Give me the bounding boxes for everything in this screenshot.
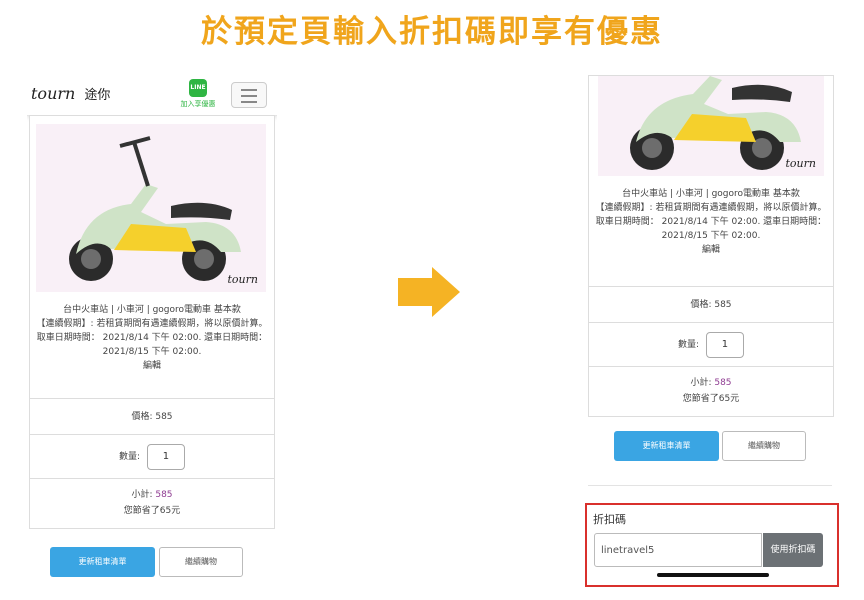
- scooter-illustration: [69, 136, 241, 281]
- price-label: 價格:: [690, 300, 712, 310]
- apply-coupon-button[interactable]: 使用折扣碼: [763, 533, 823, 567]
- coupon-code-input[interactable]: linetravel5: [594, 533, 762, 567]
- site-logo[interactable]: tourn 途你: [31, 84, 110, 103]
- section-divider: [588, 485, 832, 486]
- savings-text: 您節省了65元: [123, 506, 181, 516]
- home-indicator: [657, 573, 769, 577]
- edit-link[interactable]: 編輯: [593, 243, 829, 257]
- holiday-note: 【連續假期】: 若租賃期間有遇連續假期，將以原價計算。: [595, 203, 827, 213]
- subtotal-label: 小計:: [131, 490, 153, 500]
- savings-text: 您節省了65元: [682, 394, 740, 404]
- subtotal-row: 小計: 585 您節省了65元: [30, 478, 274, 528]
- subtotal-row: 小計: 585 您節省了65元: [589, 366, 833, 416]
- product-title[interactable]: 台中火車站 | 小車河 | gogoro電動車 基本款: [593, 187, 829, 201]
- brand-watermark: tourn: [227, 273, 258, 286]
- line-icon: LINE: [189, 79, 207, 97]
- coupon-panel: 折扣碼 linetravel5 使用折扣碼: [585, 503, 839, 587]
- product-description: 台中火車站 | 小車河 | gogoro電動車 基本款 【連續假期】: 若租賃期…: [593, 187, 829, 257]
- arrow-right-icon: [398, 267, 460, 317]
- rental-times: 取車日期時間： 2021/8/14 下午 02:00. 還車日期時間： 2021…: [36, 333, 268, 357]
- headline: 於預定頁輸入折扣碼即享有優惠: [201, 14, 663, 50]
- price-row: 價格: 585: [30, 398, 274, 435]
- top-navbar: tourn 途你 LINE 加入享優惠: [27, 75, 277, 116]
- rental-times: 取車日期時間： 2021/8/14 下午 02:00. 還車日期時間： 2021…: [595, 217, 827, 241]
- product-title[interactable]: 台中火車站 | 小車河 | gogoro電動車 基本款: [34, 303, 270, 317]
- quantity-input[interactable]: 1: [146, 443, 185, 470]
- price-label: 價格:: [131, 412, 153, 422]
- product-card: tourn 台中火車站 | 小車河 | gogoro電動車 基本款 【連續假期】…: [588, 75, 834, 417]
- brand-watermark: tourn: [785, 157, 816, 170]
- holiday-note: 【連續假期】: 若租賃期間有遇連續假期，將以原價計算。: [36, 319, 268, 329]
- quantity-input[interactable]: 1: [705, 331, 744, 358]
- quantity-label: 數量:: [678, 340, 700, 350]
- logo-text: tourn: [31, 84, 76, 103]
- product-description: 台中火車站 | 小車河 | gogoro電動車 基本款 【連續假期】: 若租賃期…: [34, 303, 270, 373]
- subtotal-value: 585: [155, 490, 173, 500]
- coupon-title: 折扣碼: [593, 513, 626, 526]
- price-value: 585: [155, 412, 173, 422]
- subtotal-label: 小計:: [690, 378, 712, 388]
- line-join-label: 加入享優惠: [180, 100, 216, 108]
- logo-brand: 途你: [84, 88, 111, 103]
- line-join-button[interactable]: LINE 加入享優惠: [171, 79, 225, 109]
- quantity-row: 數量: 1: [30, 434, 274, 479]
- scooter-image: tourn: [36, 124, 266, 292]
- hamburger-icon[interactable]: [231, 82, 267, 108]
- continue-shopping-button[interactable]: 繼續購物: [159, 547, 243, 577]
- price-row: 價格: 585: [589, 286, 833, 323]
- quantity-label: 數量:: [119, 452, 141, 462]
- edit-link[interactable]: 編輯: [34, 359, 270, 373]
- continue-shopping-button[interactable]: 繼續購物: [722, 431, 806, 461]
- price-value: 585: [714, 300, 732, 310]
- phone-screen-before: tourn 途你 LINE 加入享優惠 tourn 台中火車站 | 小車河 | …: [27, 75, 277, 595]
- subtotal-value: 585: [714, 378, 732, 388]
- update-cart-button[interactable]: 更新租車清單: [50, 547, 155, 577]
- product-card: tourn 台中火車站 | 小車河 | gogoro電動車 基本款 【連續假期】…: [29, 115, 275, 529]
- update-cart-button[interactable]: 更新租車清單: [614, 431, 719, 461]
- scooter-image: tourn: [598, 76, 824, 176]
- quantity-row: 數量: 1: [589, 322, 833, 367]
